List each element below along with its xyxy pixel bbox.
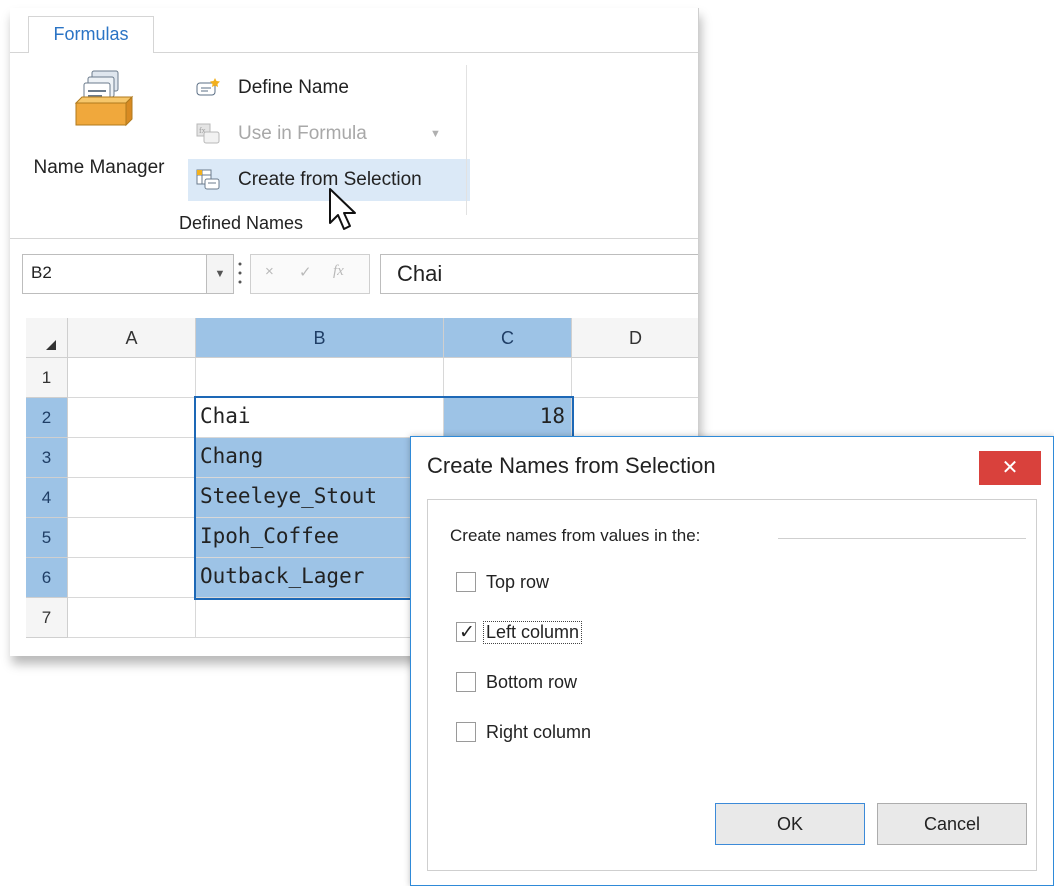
cell-b2-text: Chai <box>200 404 251 428</box>
name-manager-label: Name Manager <box>33 157 165 178</box>
use-in-formula-label: Use in Formula <box>238 123 367 144</box>
name-box[interactable]: B2 ▼ <box>22 254 234 294</box>
cell-a1[interactable] <box>68 358 196 398</box>
cancel-formula-icon[interactable]: × <box>265 263 274 280</box>
grip-icon[interactable] <box>238 258 242 288</box>
cell-b2[interactable]: Chai <box>196 398 444 438</box>
cell-b5[interactable]: Ipoh_Coffee <box>196 518 444 558</box>
row-header-3[interactable]: 3 <box>26 438 68 478</box>
group-divider <box>778 538 1026 539</box>
top-row-checkbox[interactable]: Top row <box>456 568 756 598</box>
tab-formulas[interactable]: Formulas <box>28 16 154 54</box>
cell-a7[interactable] <box>68 598 196 638</box>
checkbox-box[interactable] <box>456 672 476 692</box>
ribbon-tabstrip: Formulas <box>10 8 698 54</box>
column-header-b[interactable]: B <box>196 318 444 358</box>
name-manager-button[interactable]: Name Manager <box>24 67 174 187</box>
select-all-corner[interactable] <box>26 318 68 358</box>
cell-c2-text: 18 <box>539 404 565 428</box>
cell-d2[interactable] <box>572 398 698 438</box>
defined-names-group-label: Defined Names <box>178 213 304 233</box>
define-name-label: Define Name <box>238 77 349 98</box>
name-manager-icon <box>74 70 134 127</box>
create-names-dialog: Create Names from Selection ✕ Create nam… <box>410 436 1054 886</box>
row-header-2[interactable]: 2 <box>26 398 68 438</box>
top-row-label[interactable]: Top row <box>486 572 549 593</box>
cancel-button[interactable]: Cancel <box>877 803 1027 845</box>
formula-bar: B2 ▼ × ✓ fx Chai <box>10 254 698 294</box>
cell-a2[interactable] <box>68 398 196 438</box>
ribbon-panel: Name Manager Define Name fx Use in Formu… <box>10 53 698 239</box>
chevron-down-icon: ▼ <box>430 128 441 140</box>
close-button[interactable]: ✕ <box>979 451 1041 485</box>
options-group-title: Create names from values in the: <box>450 526 709 546</box>
cell-c2[interactable]: 18 <box>444 398 572 438</box>
column-header-a[interactable]: A <box>68 318 196 358</box>
column-header-c[interactable]: C <box>444 318 572 358</box>
cell-c1[interactable] <box>444 358 572 398</box>
bottom-row-checkbox[interactable]: Bottom row <box>456 668 756 698</box>
left-column-checkbox[interactable]: ✓ Left column <box>456 618 756 648</box>
checkbox-box[interactable] <box>456 572 476 592</box>
cell-b4[interactable]: Steeleye_Stout <box>196 478 444 518</box>
cell-b5-text: Ipoh_Coffee <box>200 524 340 548</box>
use-in-formula-icon: fx <box>196 123 220 144</box>
define-name-button[interactable]: Define Name <box>188 67 460 109</box>
row-header-6[interactable]: 6 <box>26 558 68 598</box>
cell-b4-text: Steeleye_Stout <box>200 484 378 508</box>
cell-b1[interactable] <box>196 358 444 398</box>
cell-b6[interactable]: Outback_Lager <box>196 558 444 598</box>
formula-input[interactable]: Chai <box>380 254 698 294</box>
cell-b6-text: Outback_Lager <box>200 564 365 588</box>
enter-formula-icon[interactable]: ✓ <box>299 263 312 281</box>
cell-b3[interactable]: Chang <box>196 438 444 478</box>
left-column-label[interactable]: Left column <box>482 621 583 644</box>
cell-d1[interactable] <box>572 358 698 398</box>
cell-b7[interactable] <box>196 598 444 638</box>
cell-b3-text: Chang <box>200 444 264 468</box>
name-box-value: B2 <box>31 263 52 282</box>
cell-a3[interactable] <box>68 438 196 478</box>
cell-a5[interactable] <box>68 518 196 558</box>
column-header-d[interactable]: D <box>572 318 698 358</box>
cell-a4[interactable] <box>68 478 196 518</box>
use-in-formula-button[interactable]: fx Use in Formula ▼ <box>188 113 460 155</box>
row-header-4[interactable]: 4 <box>26 478 68 518</box>
checkmark-icon: ✓ <box>459 622 475 643</box>
close-icon: ✕ <box>1001 457 1019 479</box>
checkbox-box[interactable] <box>456 722 476 742</box>
right-column-label[interactable]: Right column <box>486 722 591 743</box>
row-header-1[interactable]: 1 <box>26 358 68 398</box>
right-column-checkbox[interactable]: Right column <box>456 718 756 748</box>
row-header-7[interactable]: 7 <box>26 598 68 638</box>
row-header-5[interactable]: 5 <box>26 518 68 558</box>
select-all-icon <box>46 340 56 350</box>
define-name-icon <box>196 78 220 96</box>
ribbon-group-separator <box>466 65 467 215</box>
cell-a6[interactable] <box>68 558 196 598</box>
create-from-selection-icon <box>196 169 220 190</box>
chevron-down-icon[interactable]: ▼ <box>206 255 233 293</box>
insert-function-icon[interactable]: fx <box>333 263 344 280</box>
mouse-pointer-icon <box>329 188 356 230</box>
bottom-row-label[interactable]: Bottom row <box>486 672 577 693</box>
checkbox-box[interactable]: ✓ <box>456 622 476 643</box>
ok-button[interactable]: OK <box>715 803 865 845</box>
formula-input-value: Chai <box>397 261 443 286</box>
formula-buttons: × ✓ fx <box>250 254 370 294</box>
dialog-title: Create Names from Selection <box>427 453 716 478</box>
